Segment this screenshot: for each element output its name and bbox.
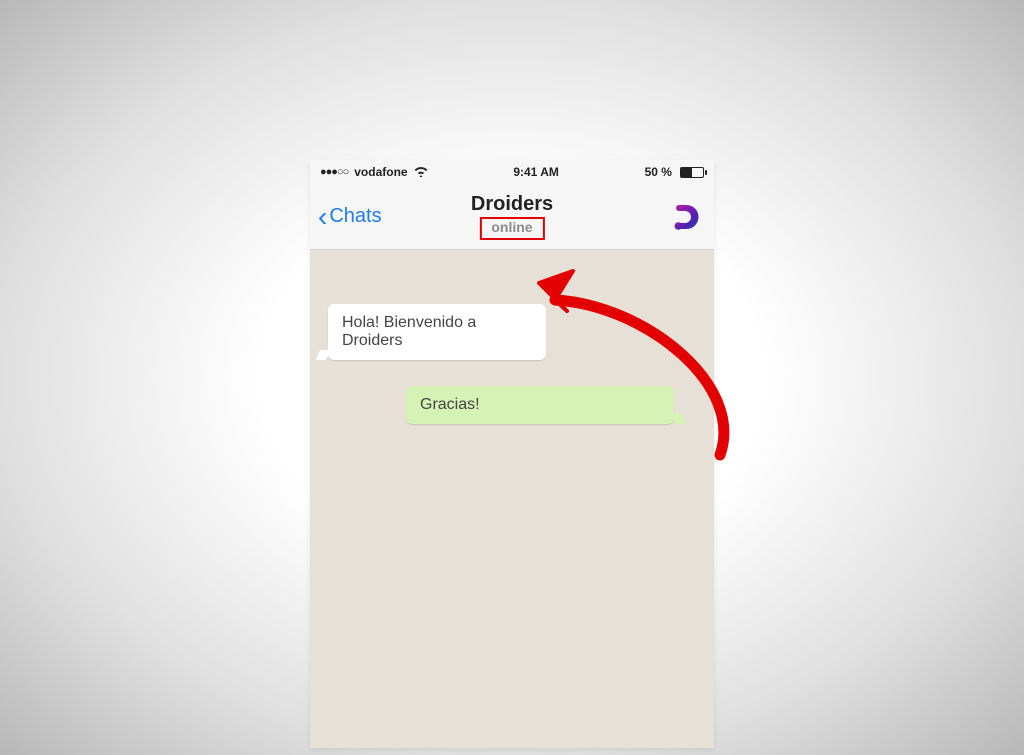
contact-name: Droiders: [471, 193, 553, 215]
message-text: Gracias!: [420, 396, 480, 413]
status-right: 50 %: [645, 165, 704, 179]
annotation-highlight-box: online: [479, 217, 544, 241]
header-title-group[interactable]: Droiders online: [471, 193, 553, 241]
wifi-icon: [414, 165, 428, 180]
chat-body[interactable]: Hola! Bienvenido a Droiders Gracias!: [310, 250, 714, 748]
battery-icon: [680, 167, 704, 178]
phone-frame: ●●●○○ vodafone 9:41 AM 50 % ‹ Chats Droi…: [310, 160, 714, 748]
status-time: 9:41 AM: [513, 165, 559, 179]
battery-percent: 50 %: [645, 165, 672, 179]
back-label: Chats: [329, 205, 381, 228]
status-bar: ●●●○○ vodafone 9:41 AM 50 %: [310, 160, 714, 184]
message-outgoing[interactable]: Gracias!: [406, 386, 674, 424]
status-left: ●●●○○ vodafone: [320, 165, 428, 180]
back-button[interactable]: ‹ Chats: [318, 203, 382, 231]
online-status: online: [491, 219, 532, 235]
contact-avatar[interactable]: [664, 196, 706, 238]
message-text: Hola! Bienvenido a Droiders: [342, 314, 476, 349]
message-incoming[interactable]: Hola! Bienvenido a Droiders: [328, 304, 546, 360]
signal-icon: ●●●○○: [320, 166, 348, 178]
chat-header: ‹ Chats Droiders online: [310, 184, 714, 250]
droiders-logo-icon: [667, 199, 703, 235]
chevron-left-icon: ‹: [318, 203, 327, 231]
carrier-label: vodafone: [354, 165, 407, 179]
